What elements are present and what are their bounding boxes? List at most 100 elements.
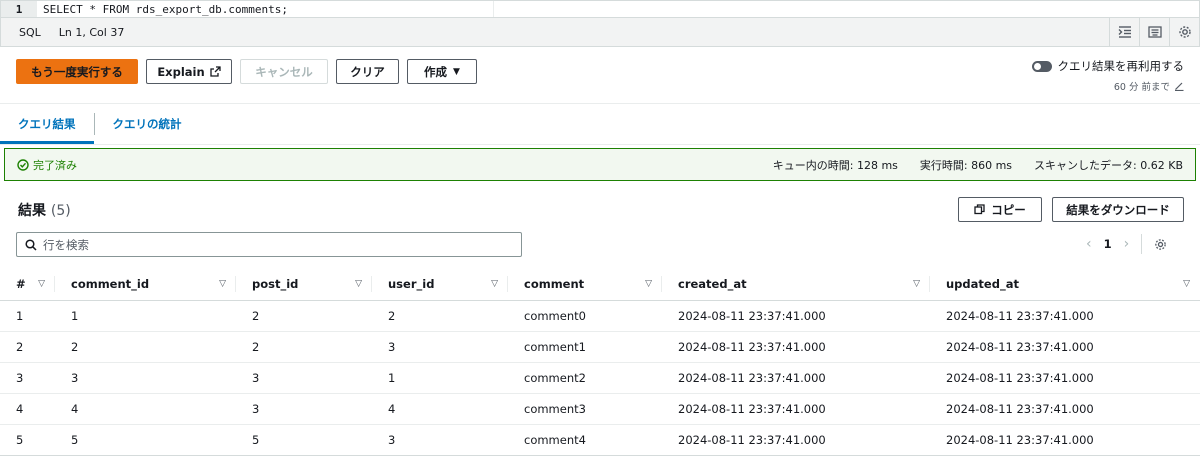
table-cell: 2024-08-11 23:37:41.000	[662, 424, 930, 456]
next-page-icon[interactable]: ›	[1124, 236, 1130, 252]
table-cell: 2	[236, 331, 372, 363]
column-header[interactable]: updated_at ▽	[930, 268, 1200, 301]
column-header[interactable]: user_id ▽	[372, 268, 508, 301]
table-cell: 3	[55, 362, 236, 394]
sql-editor[interactable]: 1 SELECT * FROM rds_export_db.comments;	[0, 0, 1200, 17]
prev-page-icon[interactable]: ‹	[1086, 236, 1092, 252]
sort-caret-icon[interactable]: ▽	[491, 279, 498, 289]
table-cell: 3	[372, 331, 508, 363]
results-count: (5)	[50, 203, 71, 219]
clear-button[interactable]: クリア	[336, 59, 399, 84]
results-table: # ▽ comment_id ▽ post_id ▽ user_id ▽ comment…	[0, 268, 1200, 456]
query-text[interactable]: SELECT * FROM rds_export_db.comments;	[37, 1, 494, 17]
table-cell: 4	[0, 393, 55, 425]
editor-minimap-area	[494, 1, 1199, 17]
table-row[interactable]: 3 3 3 1 comment2 2024-08-11 23:37:41.000…	[0, 362, 1200, 394]
table-cell: 1	[55, 300, 236, 332]
editor-status-bar: SQL Ln 1, Col 37	[0, 17, 1200, 47]
column-header[interactable]: # ▽	[0, 268, 55, 301]
table-cell: 2024-08-11 23:37:41.000	[930, 362, 1200, 394]
column-header-label: post_id	[252, 276, 299, 291]
download-results-button[interactable]: 結果をダウンロード	[1052, 197, 1184, 222]
results-title: 結果	[18, 203, 46, 219]
column-header-label: comment_id	[71, 276, 150, 291]
table-cell: 3	[372, 424, 508, 456]
result-tabs: クエリ結果 クエリの統計	[0, 104, 200, 144]
reuse-results-label: クエリ結果を再利用する	[1057, 59, 1185, 73]
tabs-divider	[0, 144, 1200, 145]
table-cell: 2024-08-11 23:37:41.000	[930, 424, 1200, 456]
copy-icon	[974, 204, 985, 215]
reuse-results-toggle[interactable]	[1031, 60, 1052, 72]
sort-caret-icon[interactable]: ▽	[38, 279, 45, 289]
pagination: ‹ 1 ›	[1086, 234, 1167, 254]
cursor-position: Ln 1, Col 37	[58, 25, 125, 39]
table-cell: 2024-08-11 23:37:41.000	[930, 393, 1200, 425]
column-header-label: #	[16, 276, 26, 291]
reuse-results-panel: クエリ結果を再利用する 60 分 前まで	[1031, 58, 1185, 93]
copy-button[interactable]: コピー	[958, 197, 1042, 222]
sort-caret-icon[interactable]: ▽	[1183, 279, 1190, 289]
table-row[interactable]: 5 5 5 3 comment4 2024-08-11 23:37:41.000…	[0, 424, 1200, 456]
create-label: 作成	[424, 64, 448, 79]
edit-pencil-icon[interactable]	[1174, 81, 1184, 91]
results-heading: 結果 (5)	[18, 200, 71, 220]
run-again-button[interactable]: もう一度実行する	[16, 59, 138, 84]
tab-query-stats[interactable]: クエリの統計	[95, 104, 200, 144]
table-settings-gear-icon[interactable]	[1154, 238, 1167, 251]
table-cell: comment2	[508, 362, 662, 394]
table-cell: 1	[372, 362, 508, 394]
table-cell: 2	[236, 300, 372, 332]
format-query-icon[interactable]	[1109, 18, 1139, 46]
line-number: 1	[1, 1, 37, 17]
cancel-button[interactable]: キャンセル	[240, 59, 328, 84]
table-row[interactable]: 1 1 2 2 comment0 2024-08-11 23:37:41.000…	[0, 300, 1200, 332]
table-cell: 2024-08-11 23:37:41.000	[662, 393, 930, 425]
column-header-label: comment	[524, 276, 585, 291]
sort-caret-icon[interactable]: ▽	[913, 279, 920, 289]
table-row[interactable]: 4 4 3 4 comment3 2024-08-11 23:37:41.000…	[0, 393, 1200, 425]
table-header-row: # ▽ comment_id ▽ post_id ▽ user_id ▽ comment…	[0, 268, 1200, 301]
editor-settings-gear-icon[interactable]	[1169, 18, 1199, 46]
table-row[interactable]: 2 2 2 3 comment1 2024-08-11 23:37:41.000…	[0, 331, 1200, 363]
column-header[interactable]: post_id ▽	[236, 268, 372, 301]
run-time: 実行時間: 860 ms	[919, 158, 1013, 172]
check-circle-icon	[17, 158, 29, 171]
data-scanned: スキャンしたデータ: 0.62 KB	[1034, 158, 1183, 172]
table-cell: 2024-08-11 23:37:41.000	[662, 300, 930, 332]
search-icon	[25, 238, 37, 251]
table-cell: 3	[236, 362, 372, 394]
column-header[interactable]: comment_id ▽	[55, 268, 236, 301]
current-page[interactable]: 1	[1104, 237, 1112, 251]
caret-down-icon: ▼	[453, 66, 460, 77]
external-link-icon	[210, 66, 221, 77]
table-cell: 2024-08-11 23:37:41.000	[930, 331, 1200, 363]
queue-time: キュー内の時間: 128 ms	[772, 158, 898, 172]
table-cell: comment0	[508, 300, 662, 332]
table-cell: 3	[0, 362, 55, 394]
create-dropdown-button[interactable]: 作成 ▼	[407, 59, 477, 84]
reuse-age-label: 60 分 前まで	[1113, 82, 1170, 93]
search-rows-input[interactable]: 行を検索	[16, 232, 522, 257]
query-toolbar: もう一度実行する Explain キャンセル クリア 作成 ▼	[16, 59, 477, 84]
table-cell: 2	[55, 331, 236, 363]
column-header[interactable]: created_at ▽	[662, 268, 930, 301]
table-cell: 2024-08-11 23:37:41.000	[662, 331, 930, 363]
tab-query-results[interactable]: クエリ結果	[0, 104, 94, 144]
table-cell: 5	[55, 424, 236, 456]
sort-caret-icon[interactable]: ▽	[219, 279, 226, 289]
explain-button[interactable]: Explain	[146, 59, 232, 84]
status-flashbar: 完了済み キュー内の時間: 128 ms 実行時間: 860 ms スキャンした…	[4, 148, 1196, 181]
table-cell: 2024-08-11 23:37:41.000	[662, 362, 930, 394]
table-cell: 2	[0, 331, 55, 363]
table-cell: 5	[0, 424, 55, 456]
column-header[interactable]: comment ▽	[508, 268, 662, 301]
sort-caret-icon[interactable]: ▽	[355, 279, 362, 289]
keyboard-shortcuts-icon[interactable]	[1139, 18, 1169, 46]
table-cell: 2	[372, 300, 508, 332]
table-cell: 5	[236, 424, 372, 456]
table-cell: 3	[236, 393, 372, 425]
language-label: SQL	[19, 25, 41, 39]
sort-caret-icon[interactable]: ▽	[645, 279, 652, 289]
table-cell: 4	[55, 393, 236, 425]
